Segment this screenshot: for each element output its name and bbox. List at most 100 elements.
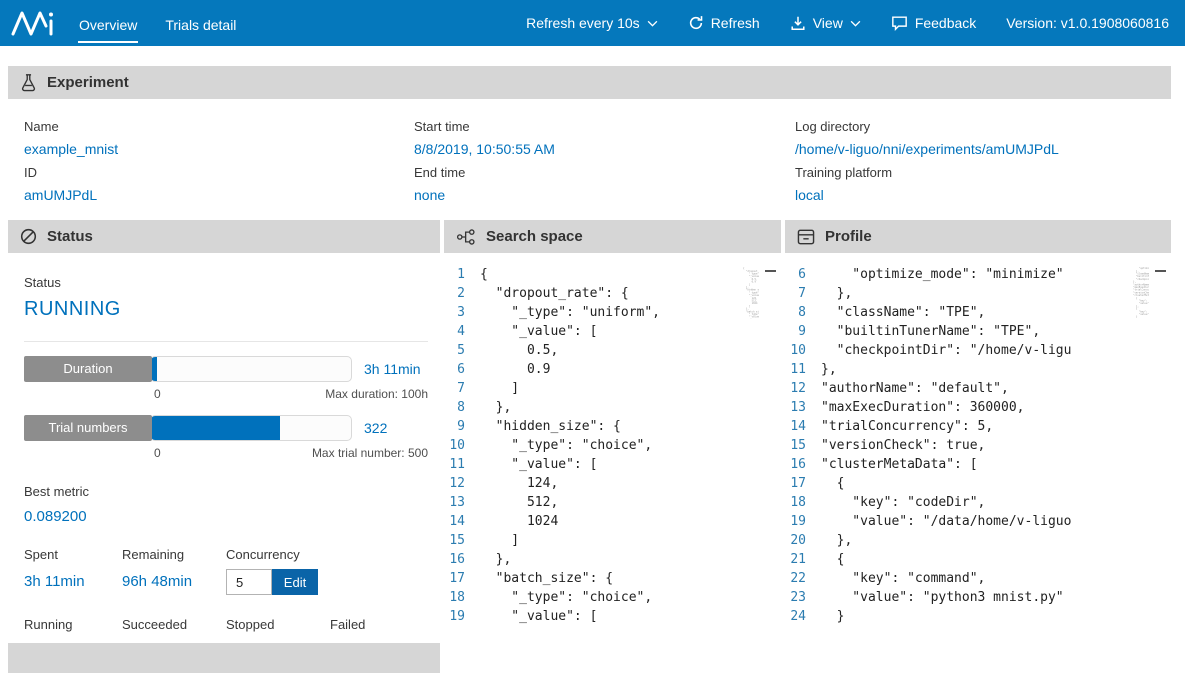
- trial-numbers-chip: Trial numbers: [24, 415, 152, 441]
- code-text: "authorName": "default",: [821, 379, 1009, 398]
- editor-scrollbar[interactable]: [759, 265, 781, 648]
- time-stats-row: Spent 3h 11min Remaining 96h 48min Concu…: [24, 547, 434, 595]
- profile-icon: [797, 229, 815, 245]
- panels-row: Status Status RUNNING Duration 3h 11min …: [8, 220, 1171, 648]
- code-line: 9 "hidden_size": {: [444, 417, 743, 436]
- minimap-content: "optimize_mode": "minimize" }, "classNam…: [1133, 267, 1149, 318]
- code-text: {: [821, 550, 844, 569]
- code-text: "checkpointDir": "/home/v-ligu: [821, 341, 1071, 360]
- tab-overview[interactable]: Overview: [78, 4, 138, 43]
- profile-header: Profile: [785, 220, 1171, 253]
- code-line: 14 1024: [444, 512, 743, 531]
- experiment-header: Experiment: [8, 66, 1171, 99]
- refresh-label: Refresh: [711, 15, 760, 31]
- code-text: "_type": "uniform",: [480, 303, 660, 322]
- line-number: 13: [444, 493, 480, 512]
- code-text: "key": "codeDir",: [821, 493, 985, 512]
- trials-track: [150, 415, 352, 441]
- profile-title: Profile: [825, 228, 872, 245]
- status-header: Status: [8, 220, 440, 253]
- top-navbar: Overview Trials detail Refresh every 10s…: [0, 0, 1185, 46]
- search-space-icon: [456, 229, 476, 245]
- code-text: "clusterMetaData": [: [821, 455, 978, 474]
- duration-chip: Duration: [24, 356, 152, 382]
- experiment-body: Name example_mnist ID amUMJPdL Start tim…: [8, 99, 1171, 217]
- editor-scrollbar[interactable]: [1149, 265, 1171, 648]
- trials-value: 322: [364, 420, 434, 436]
- scrollbar-thumb[interactable]: [1155, 270, 1166, 272]
- status-title: Status: [47, 228, 93, 245]
- refresh-icon: [688, 15, 704, 31]
- status-icon: [20, 228, 37, 245]
- version-text: Version: v1.0.1908060816: [1006, 15, 1169, 31]
- code-line: 24 }: [785, 607, 1133, 626]
- tab-trials-detail[interactable]: Trials detail: [164, 4, 237, 43]
- minimap[interactable]: { "dropout_rate": { "_type": "uniform", …: [743, 267, 759, 648]
- profile-code: 6 "optimize_mode": "minimize"7 },8 "clas…: [785, 265, 1133, 648]
- feedback-label: Feedback: [915, 15, 976, 31]
- navbar-actions: Refresh every 10s Refresh View Feedba: [526, 15, 1169, 31]
- code-line: 16 },: [444, 550, 743, 569]
- refresh-button[interactable]: Refresh: [688, 15, 760, 31]
- download-icon: [790, 15, 806, 31]
- spent-value: 3h 11min: [24, 573, 122, 590]
- line-number: 6: [444, 360, 480, 379]
- minimap[interactable]: "optimize_mode": "minimize" }, "classNam…: [1133, 267, 1149, 648]
- line-number: 24: [785, 607, 821, 626]
- profile-panel: Profile 6 "optimize_mode": "minimize"7 }…: [785, 220, 1171, 648]
- code-line: 18 "_type": "choice",: [444, 588, 743, 607]
- training-platform-value: local: [795, 187, 1155, 203]
- line-number: 5: [444, 341, 480, 360]
- code-text: {: [821, 474, 844, 493]
- experiment-col-2: Start time 8/8/2019, 10:50:55 AM End tim…: [414, 113, 795, 211]
- main-tabs: Overview Trials detail: [78, 4, 237, 43]
- status-value: RUNNING: [24, 298, 434, 321]
- code-line: 11 "_value": [: [444, 455, 743, 474]
- concurrency-control: 5 Edit: [226, 569, 330, 595]
- spent-label: Spent: [24, 547, 122, 562]
- code-text: {: [480, 265, 488, 284]
- search-space-title: Search space: [486, 228, 583, 245]
- code-text: "_value": [: [480, 607, 597, 626]
- code-line: 12 124,: [444, 474, 743, 493]
- minimap-content: { "dropout_rate": { "_type": "uniform", …: [743, 267, 759, 318]
- code-text: "maxExecDuration": 360000,: [821, 398, 1025, 417]
- code-line: 19 "value": "/data/home/v-liguo: [785, 512, 1133, 531]
- code-text: 0.9: [480, 360, 550, 379]
- end-time-value: none: [414, 187, 795, 203]
- line-number: 16: [444, 550, 480, 569]
- code-text: 512,: [480, 493, 558, 512]
- scrollbar-thumb[interactable]: [765, 270, 776, 272]
- concurrency-input[interactable]: 5: [226, 569, 272, 595]
- training-platform-label: Training platform: [795, 165, 1155, 180]
- code-line: 3 "_type": "uniform",: [444, 303, 743, 322]
- succeeded-label: Succeeded: [122, 617, 226, 632]
- code-line: 14"trialConcurrency": 5,: [785, 417, 1133, 436]
- line-number: 18: [785, 493, 821, 512]
- line-number: 12: [785, 379, 821, 398]
- search-space-editor[interactable]: 1{2 "dropout_rate": {3 "_type": "uniform…: [444, 253, 781, 648]
- code-line: 10 "_type": "choice",: [444, 436, 743, 455]
- edit-button[interactable]: Edit: [272, 569, 318, 595]
- best-metric-value: 0.089200: [24, 508, 434, 525]
- feedback-button[interactable]: Feedback: [891, 15, 976, 31]
- view-dropdown[interactable]: View: [790, 15, 861, 31]
- code-line: 8 },: [444, 398, 743, 417]
- end-time-label: End time: [414, 165, 795, 180]
- code-text: },: [480, 398, 511, 417]
- code-line: 11},: [785, 360, 1133, 379]
- experiment-col-1: Name example_mnist ID amUMJPdL: [24, 113, 414, 211]
- trials-max: Max trial number: 500: [312, 446, 428, 460]
- code-text: 124,: [480, 474, 558, 493]
- refresh-interval-dropdown[interactable]: Refresh every 10s: [526, 15, 658, 31]
- duration-value: 3h 11min: [364, 361, 434, 377]
- line-number: 12: [444, 474, 480, 493]
- profile-editor[interactable]: 6 "optimize_mode": "minimize"7 },8 "clas…: [785, 253, 1171, 648]
- code-line: 15 ]: [444, 531, 743, 550]
- log-directory-value: /home/v-liguo/nni/experiments/amUMJPdL: [795, 141, 1155, 157]
- code-text: },: [821, 360, 837, 379]
- code-line: 13"maxExecDuration": 360000,: [785, 398, 1133, 417]
- divider: [24, 341, 428, 342]
- chevron-down-icon: [850, 20, 861, 27]
- name-value: example_mnist: [24, 141, 414, 157]
